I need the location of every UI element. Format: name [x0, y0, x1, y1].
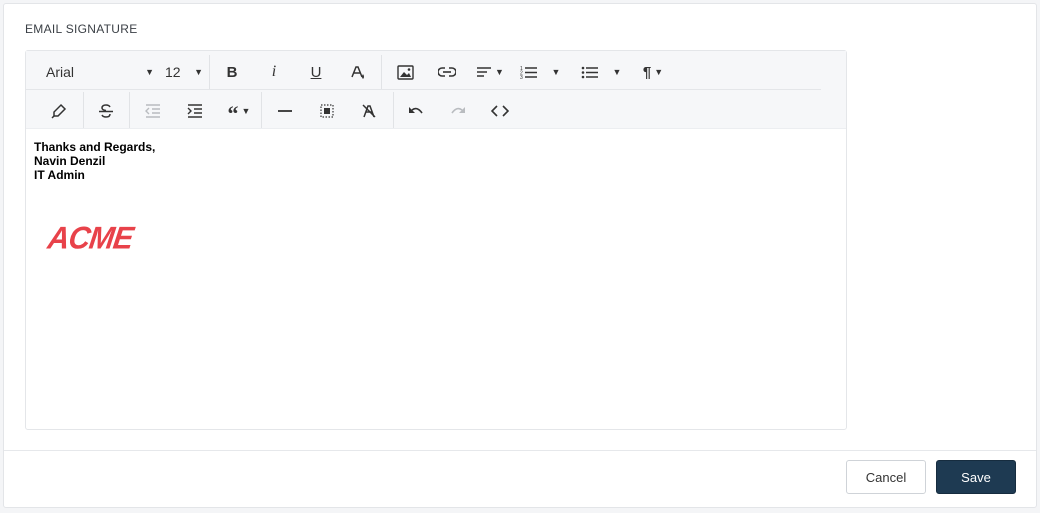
quote-dropdown[interactable]: “ ▼: [222, 98, 256, 126]
unordered-list-icon: [581, 66, 598, 79]
company-logo: ACME: [45, 221, 135, 256]
email-signature-card: EMAIL SIGNATURE Arial ▼ 12 ▼ B i U ▼ 1 2…: [3, 3, 1037, 508]
code-view-icon: [491, 105, 509, 117]
toolbar-separator: [129, 92, 130, 128]
font-size-value: 12: [165, 64, 181, 80]
rich-text-editor[interactable]: Arial ▼ 12 ▼ B i U ▼ 1 2 3 ▼ ▼ ¶ ▼ “ ▼ T…: [25, 50, 847, 430]
highlight-button[interactable]: [45, 98, 73, 124]
ordered-list-dropdown[interactable]: 1 2 3 ▼: [517, 59, 563, 85]
chevron-down-icon: ▼: [495, 67, 504, 77]
italic-icon: i: [271, 63, 277, 80]
chevron-down-icon: ▼: [612, 67, 622, 77]
font-family-value: Arial: [46, 64, 75, 80]
signature-line: IT Admin: [34, 168, 85, 182]
chevron-down-icon: ▼: [145, 67, 154, 77]
save-button[interactable]: Save: [936, 460, 1016, 494]
strikethrough-button[interactable]: [92, 98, 120, 124]
select-all-button[interactable]: [313, 98, 341, 124]
strikethrough-icon: [99, 104, 113, 118]
font-color-button[interactable]: [344, 59, 372, 85]
align-dropdown[interactable]: ▼: [473, 59, 507, 85]
paragraph-format-dropdown[interactable]: ¶ ▼: [637, 59, 669, 85]
chevron-down-icon: ▼: [654, 67, 664, 77]
link-icon: [438, 67, 456, 77]
bold-icon: B: [226, 63, 238, 81]
svg-text:3: 3: [520, 75, 523, 79]
indent-icon: [187, 104, 202, 118]
code-view-button[interactable]: [486, 98, 514, 124]
italic-button[interactable]: i: [260, 59, 288, 85]
redo-button[interactable]: [444, 98, 472, 124]
highlight-icon: [51, 103, 67, 119]
redo-icon: [451, 107, 465, 114]
indent-button[interactable]: [181, 98, 209, 124]
section-title: EMAIL SIGNATURE: [25, 22, 138, 36]
bold-button[interactable]: B: [218, 59, 246, 85]
unordered-list-dropdown[interactable]: ▼: [578, 59, 624, 85]
select-all-icon: [320, 104, 334, 118]
footer-divider: [4, 450, 1036, 451]
cancel-button[interactable]: Cancel: [846, 460, 926, 494]
clear-format-icon: [362, 104, 376, 118]
signature-content[interactable]: Thanks and Regards, Navin Denzil IT Admi…: [34, 140, 155, 182]
insert-image-button[interactable]: [391, 59, 419, 85]
undo-button[interactable]: [402, 98, 430, 124]
image-icon: [396, 64, 414, 80]
editor-toolbar: Arial ▼ 12 ▼ B i U ▼ 1 2 3 ▼ ▼ ¶ ▼ “ ▼: [26, 51, 846, 129]
toolbar-row-divider: [26, 89, 821, 90]
align-icon: [477, 67, 492, 77]
outdent-button[interactable]: [139, 98, 167, 124]
toolbar-separator: [209, 55, 210, 89]
paragraph-icon: ¶: [642, 63, 652, 81]
ordered-list-icon: 1 2 3: [520, 66, 537, 79]
font-color-icon: [351, 66, 364, 79]
toolbar-separator: [83, 92, 84, 128]
signature-line: Thanks and Regards,: [34, 140, 156, 154]
font-family-select[interactable]: Arial ▼: [46, 59, 154, 85]
signature-line: Navin Denzil: [34, 154, 106, 168]
underline-icon: U: [310, 63, 322, 81]
insert-link-button[interactable]: [433, 59, 461, 85]
toolbar-separator: [393, 92, 394, 128]
clear-format-button[interactable]: [355, 98, 383, 124]
toolbar-separator: [381, 55, 382, 89]
horizontal-rule-icon: [278, 110, 292, 112]
chevron-down-icon: ▼: [241, 106, 251, 116]
underline-button[interactable]: U: [302, 59, 330, 85]
chevron-down-icon: ▼: [551, 67, 561, 77]
toolbar-separator: [261, 92, 262, 128]
font-size-select[interactable]: 12 ▼: [165, 59, 203, 85]
quote-icon: “: [227, 101, 239, 126]
chevron-down-icon: ▼: [194, 67, 203, 77]
horizontal-rule-button[interactable]: [271, 98, 299, 124]
outdent-icon: [145, 104, 160, 118]
undo-icon: [409, 107, 423, 114]
